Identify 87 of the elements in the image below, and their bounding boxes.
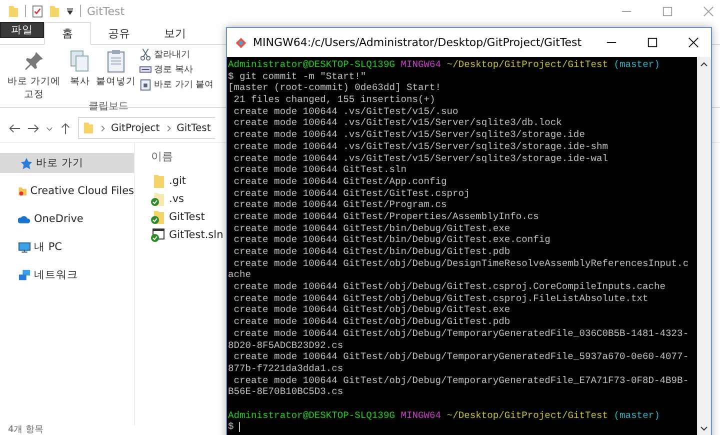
dropdown-icon[interactable]: [66, 7, 74, 15]
folder-icon: [83, 121, 94, 135]
up-icon[interactable]: [59, 122, 72, 134]
terminal-line: create mode 100644 GitTest/bin/Debug/GitTest.exe: [232, 222, 510, 234]
terminal-line: create mode 100644 GitTest/obj/Debug/GitTest.pdb: [232, 316, 510, 328]
prompt-user: Administrator@DESKTOP-SLQ139G: [228, 410, 395, 421]
forward-icon[interactable]: [27, 122, 40, 134]
text-cursor: [238, 422, 240, 432]
terminal-line: create mode 100644 GitTest/bin/Debug/GitTest.pdb: [232, 246, 510, 257]
folder-icon: [18, 184, 28, 198]
chevron-right-icon: [164, 124, 172, 132]
terminal-line: create mode 100644 GitTest/obj/Debug/DesignTimeResolveAssemblyReferencesInput.c: [232, 258, 689, 269]
back-icon[interactable]: [8, 122, 21, 134]
breadcrumb-item[interactable]: GitProject: [111, 122, 160, 134]
terminal-line: create mode 100644 .vs/GitTest/v15/.suo: [232, 106, 458, 117]
breadcrumb-item[interactable]: GitTest: [176, 122, 211, 134]
group-label: 클립보드: [88, 100, 128, 113]
ribbon-tab[interactable]: 보기: [147, 22, 203, 44]
terminal-line: 8D20-8F5ADCB23D92.cs: [228, 340, 344, 350]
ribbon-button[interactable]: 경로 복사: [138, 62, 215, 77]
terminal-line: create mode 100644 .vs/GitTest/v15/Server/sqlite3/storage.ide: [232, 129, 585, 140]
prompt-symbol: $: [228, 421, 234, 432]
terminal-line: ache: [228, 269, 252, 280]
terminal-line: create mode 100644 .vs/GitTest/v15/Server/sqlite3/storage.ide-shm: [232, 140, 608, 152]
sidebar-item[interactable]: Creative Cloud Files: [0, 181, 134, 201]
file-item[interactable]: .vs: [151, 192, 224, 206]
status-text: 4개 항목: [8, 425, 44, 435]
terminal-line: create mode 100644 GitTest/Program.cs: [232, 199, 447, 210]
terminal-line: create mode 100644 GitTest/obj/Debug/TemporaryGeneratedFile_036C0B5B-1481-4323-: [232, 328, 689, 339]
terminal-line: create mode 100644 GitTest.sln: [232, 164, 406, 176]
ribbon-tab[interactable]: 홈: [44, 22, 91, 45]
prompt-branch: (master): [614, 59, 660, 70]
sidebar-item[interactable]: OneDrive: [0, 209, 134, 229]
ribbon-button[interactable]: 잘라내기: [138, 47, 215, 62]
terminal-line: [master (root-commit) 0de63dd] Start!: [228, 82, 442, 94]
prompt-system: MINGW64: [400, 410, 442, 421]
scroll-up-icon[interactable]: [700, 61, 708, 69]
terminal-line: create mode 100644 GitTest/obj/Debug/GitTest.exe: [232, 304, 510, 316]
scroll-down-icon[interactable]: [700, 424, 708, 432]
chevron-right-icon: [99, 124, 106, 132]
terminal-line: create mode 100644 GitTest/GitTest.csproj: [232, 188, 470, 199]
maximize-icon[interactable]: [647, 37, 658, 48]
prompt-system: MINGW64: [400, 59, 442, 70]
ribbon-button[interactable]: 바로 가기에 고정: [2, 47, 66, 101]
sidebar-item[interactable]: 내 PC: [0, 237, 134, 257]
terminal-line: B56E-8E70B10BC5D3.cs: [228, 386, 344, 398]
folder-icon: [151, 174, 165, 188]
ribbon-button[interactable]: 바로 가기 붙여: [138, 77, 215, 92]
terminal-line: 21 files changed, 155 insertions(+): [232, 94, 436, 106]
file-item[interactable]: .git: [151, 174, 224, 188]
scrollbar[interactable]: [697, 57, 711, 435]
window-title: GitTest: [87, 4, 125, 18]
scissors-icon: [139, 48, 152, 61]
prompt-path: ~/Desktop/GitProject/GitTest: [446, 410, 608, 421]
diamond-logo-icon: [235, 36, 247, 48]
ribbon-button[interactable]: 붙여넣기: [94, 47, 138, 88]
address-bar[interactable]: GitProject GitTest: [78, 117, 215, 139]
monitor-icon: [18, 240, 31, 254]
terminal-line: create mode 100644 GitTest/obj/Debug/TemporaryGeneratedFile_5937a670-0e60-4077-: [232, 351, 689, 362]
terminal-line: create mode 100644 .vs/GitTest/v15/Server/sqlite3/db.lock: [232, 117, 562, 128]
terminal-line: 877b-f7221da3dda1.cs: [228, 362, 344, 374]
clipboard-icon: [139, 78, 152, 91]
terminal-line: create mode 100644 GitTest/obj/Debug/GitTest.csproj.FileListAbsolute.txt: [232, 292, 648, 304]
ribbon-tab[interactable]: 파일: [0, 22, 44, 38]
column-header[interactable]: 이름: [151, 149, 224, 164]
network-icon: [18, 268, 31, 282]
terminal-line: create mode 100644 GitTest/App.config: [232, 176, 447, 187]
terminal-line: create mode 100644 GitTest/bin/Debug/GitTest.exe.config: [232, 234, 550, 246]
chevron-down-icon[interactable]: [46, 124, 53, 132]
file-item[interactable]: GitTest.sln: [151, 228, 224, 242]
ribbon-tab[interactable]: 공유: [91, 22, 147, 44]
terminal-line: $ git commit -m "Start!": [228, 70, 366, 82]
prompt-user: Administrator@DESKTOP-SLQ139G: [228, 59, 395, 70]
terminal-line: create mode 100644 GitTest/obj/Debug/GitTest.csproj.CoreCompileInputs.cache: [232, 281, 666, 292]
window-title: MINGW64:/c/Users/Administrator/Desktop/GitProject/GitTest: [253, 36, 582, 49]
terminal-line: create mode 100644 GitTest/obj/Debug/TemporaryGeneratedFile_E7A71F73-0F8D-4B9B-: [232, 374, 689, 386]
properties-icon[interactable]: [32, 4, 43, 18]
sidebar-item[interactable]: 네트워크: [0, 265, 134, 285]
ribbon-button[interactable]: 복사: [66, 47, 94, 88]
terminal-line: create mode 100644 GitTest/Properties/AssemblyInfo.cs: [232, 210, 539, 222]
terminal-line: create mode 100644 .vs/GitTest/v15/Server/sqlite3/storage.ide-wal: [232, 152, 608, 164]
sidebar-item[interactable]: 바로 가기: [0, 153, 134, 173]
file-item[interactable]: GitTest: [151, 210, 224, 224]
prompt-branch: (master): [614, 410, 660, 421]
close-icon[interactable]: [688, 37, 699, 48]
star-icon: [20, 156, 33, 170]
prompt-path: ~/Desktop/GitProject/GitTest: [446, 59, 608, 70]
